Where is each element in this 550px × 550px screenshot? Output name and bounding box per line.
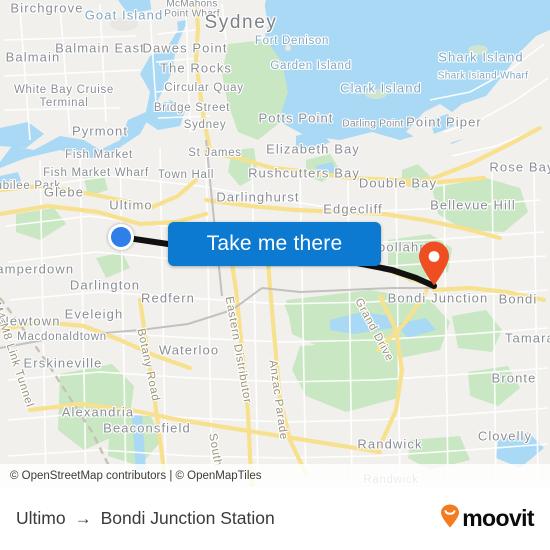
attribution-text[interactable]: © OpenStreetMap contributors | © OpenMap… — [0, 470, 262, 482]
moovit-pin-icon — [440, 504, 460, 533]
trip-origin: Ultimo — [16, 508, 66, 528]
map-attribution-bar: © OpenStreetMap contributors | © OpenMap… — [0, 464, 550, 487]
map-canvas[interactable]: Birchgrove Goat Island McMahons Point Wharf… — [0, 0, 550, 487]
moovit-logo[interactable]: moovit — [440, 504, 550, 533]
take-me-there-button[interactable]: Take me there — [168, 222, 381, 266]
arrow-icon: → — [74, 509, 92, 528]
take-me-there-label: Take me there — [206, 232, 343, 255]
trip-summary: Ultimo → Bondi Junction Station — [0, 508, 440, 529]
trip-destination: Bondi Junction Station — [100, 508, 275, 528]
origin-marker-dot[interactable] — [108, 224, 134, 250]
moovit-map-screenshot: Birchgrove Goat Island McMahons Point Wharf… — [0, 0, 550, 550]
moovit-wordmark: moovit — [462, 505, 534, 531]
destination-marker-pin[interactable] — [419, 241, 449, 286]
footer-bar: Ultimo → Bondi Junction Station moovit — [0, 487, 550, 550]
